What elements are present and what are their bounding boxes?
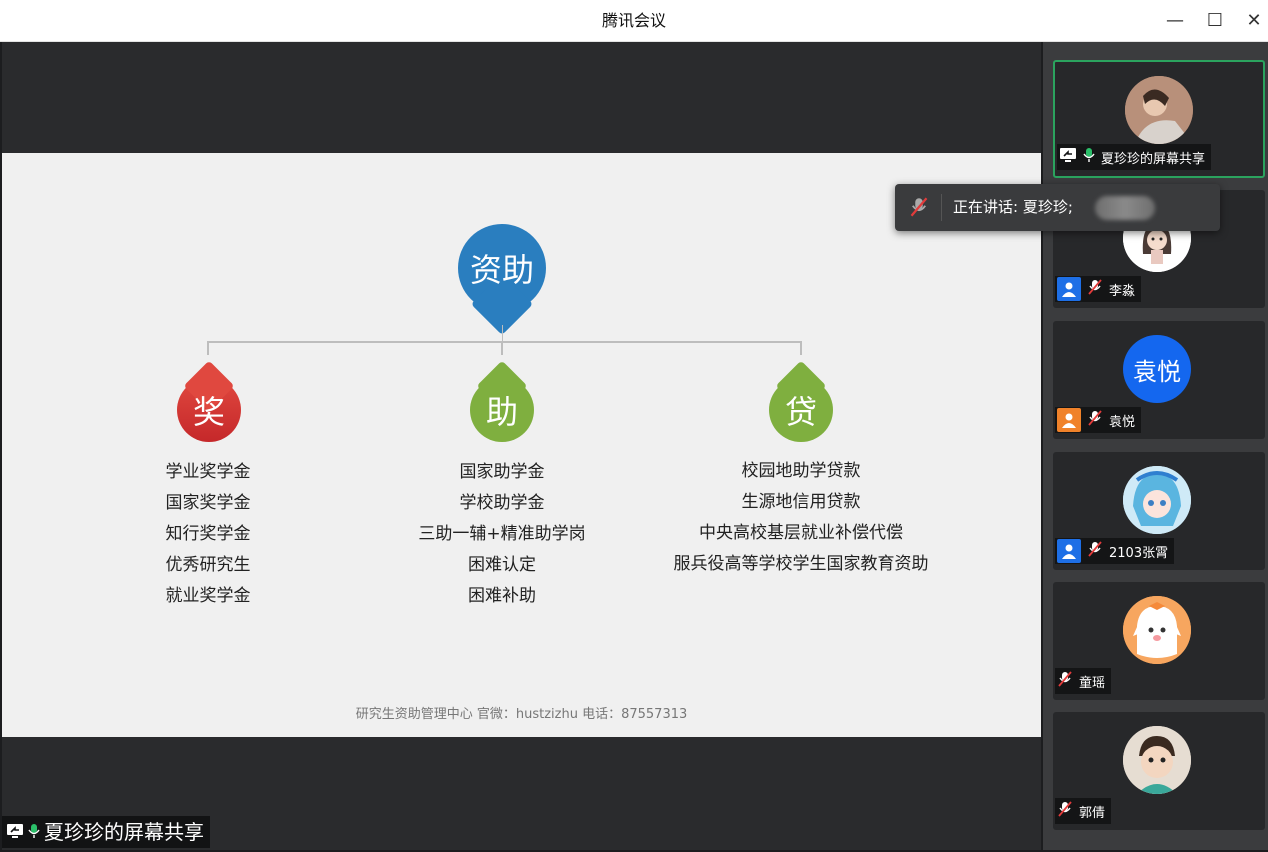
participant-name: 袁悦 — [1109, 414, 1136, 430]
minimize-button[interactable]: — — [1162, 8, 1188, 34]
list-item: 学业奖学金 — [165, 462, 251, 482]
list-item: 优秀研究生 — [165, 555, 251, 575]
maximize-button[interactable]: ☐ — [1202, 8, 1228, 34]
user-icon — [1057, 539, 1081, 563]
share-label-text: 夏珍珍的屏幕共享 — [44, 820, 204, 844]
category-node-loan: 贷 — [769, 378, 833, 442]
loan-list: 校园地助学贷款 生源地信用贷款 中央高校基层就业补偿代偿 服兵役高等学校学生国家… — [651, 456, 951, 580]
avatar-text: 袁悦 — [1133, 357, 1181, 386]
mic-muted-icon — [1057, 801, 1073, 821]
title-bar: 腾讯会议 — ☐ ✕ — [0, 0, 1268, 42]
screen-share-icon — [6, 816, 24, 848]
list-item: 服兵役高等学校学生国家教育资助 — [673, 554, 929, 574]
participant-tile[interactable]: 袁悦 袁悦 — [1053, 321, 1265, 439]
close-button[interactable]: ✕ — [1241, 8, 1267, 34]
root-label: 资助 — [469, 251, 534, 289]
category-node-award: 奖 — [177, 378, 241, 442]
list-item: 校园地助学贷款 — [741, 461, 861, 481]
category-label: 奖 — [192, 393, 225, 431]
aid-list: 国家助学金 学校助学金 三助一辅+精准助学岗 困难认定 困难补助 — [362, 457, 642, 612]
participant-namebar: 李淼 — [1055, 276, 1142, 302]
award-list: 学业奖学金 国家奖学金 知行奖学金 优秀研究生 就业奖学金 — [68, 457, 348, 612]
slide-footer: 研究生资助管理中心 官微：hustzizhu 电话：87557313 — [355, 707, 688, 722]
avatar — [1123, 726, 1191, 794]
tree-connector — [800, 341, 802, 355]
mic-muted-icon — [1087, 410, 1103, 430]
avatar — [1125, 76, 1193, 144]
list-item: 学校助学金 — [459, 493, 545, 513]
category-label: 贷 — [784, 393, 817, 431]
mic-muted-icon — [1057, 671, 1073, 691]
participant-tile[interactable]: 郭倩 — [1053, 712, 1265, 830]
speaking-text: 正在讲话: 夏珍珍; — [953, 198, 1073, 216]
mic-icon — [1083, 147, 1095, 167]
participant-name: 郭倩 — [1079, 805, 1106, 821]
participant-tile[interactable]: 童瑶 — [1053, 582, 1265, 700]
list-item: 国家奖学金 — [165, 493, 251, 513]
window-title: 腾讯会议 — [601, 11, 666, 30]
avatar — [1123, 466, 1191, 534]
divider — [941, 194, 942, 221]
mic-icon — [28, 816, 40, 848]
speaking-indicator-toast: 正在讲话: 夏珍珍; — [895, 184, 1220, 231]
participant-namebar: 2103张霄 — [1055, 538, 1175, 564]
category-node-aid: 助 — [470, 378, 534, 442]
participant-tile[interactable]: 夏珍珍的屏幕共享 — [1053, 60, 1265, 178]
avatar — [1123, 596, 1191, 664]
avatar: 袁悦 — [1123, 335, 1191, 403]
user-icon — [1057, 408, 1081, 432]
user-icon — [1057, 277, 1081, 301]
mic-muted-icon — [1087, 279, 1103, 299]
list-item: 困难补助 — [468, 586, 536, 606]
list-item: 国家助学金 — [459, 462, 545, 482]
participant-namebar: 袁悦 — [1055, 407, 1142, 433]
participant-name: 李淼 — [1109, 283, 1136, 299]
participant-namebar: 夏珍珍的屏幕共享 — [1057, 144, 1212, 170]
mic-muted-icon — [1087, 541, 1103, 561]
list-item: 三助一辅+精准助学岗 — [418, 524, 586, 544]
screen-share-label: 夏珍珍的屏幕共享 — [2, 816, 210, 848]
root-node: 资助 — [458, 224, 546, 312]
participant-name: 夏珍珍的屏幕共享 — [1101, 151, 1206, 167]
participant-name: 童瑶 — [1079, 675, 1106, 691]
tree-connector — [207, 341, 209, 355]
presentation-slide: 资助 奖 助 贷 学业奖学金 国家奖学金 知行奖学金 优秀研究生 就业奖学金 国… — [2, 153, 1041, 737]
participant-namebar: 郭倩 — [1055, 798, 1112, 824]
category-label: 助 — [485, 393, 518, 431]
list-item: 知行奖学金 — [165, 524, 251, 544]
participant-namebar: 童瑶 — [1055, 668, 1112, 694]
list-item: 就业奖学金 — [165, 586, 251, 606]
mic-muted-icon — [909, 197, 929, 221]
participants-panel[interactable]: 夏珍珍的屏幕共享 李淼 袁悦 袁悦 2103张霄 童瑶 郭倩 — [1043, 42, 1268, 850]
participant-name: 2103张霄 — [1109, 545, 1169, 561]
participant-tile[interactable]: 2103张霄 — [1053, 452, 1265, 570]
list-item: 困难认定 — [468, 555, 536, 575]
screen-share-icon — [1059, 147, 1077, 167]
list-item: 生源地信用贷款 — [741, 492, 861, 512]
shared-screen-area: 资助 奖 助 贷 学业奖学金 国家奖学金 知行奖学金 优秀研究生 就业奖学金 国… — [2, 42, 1041, 850]
tree-connector — [207, 341, 802, 343]
list-item: 中央高校基层就业补偿代偿 — [699, 523, 903, 543]
tree-connector — [501, 341, 503, 355]
blurred-avatar — [1095, 196, 1155, 220]
